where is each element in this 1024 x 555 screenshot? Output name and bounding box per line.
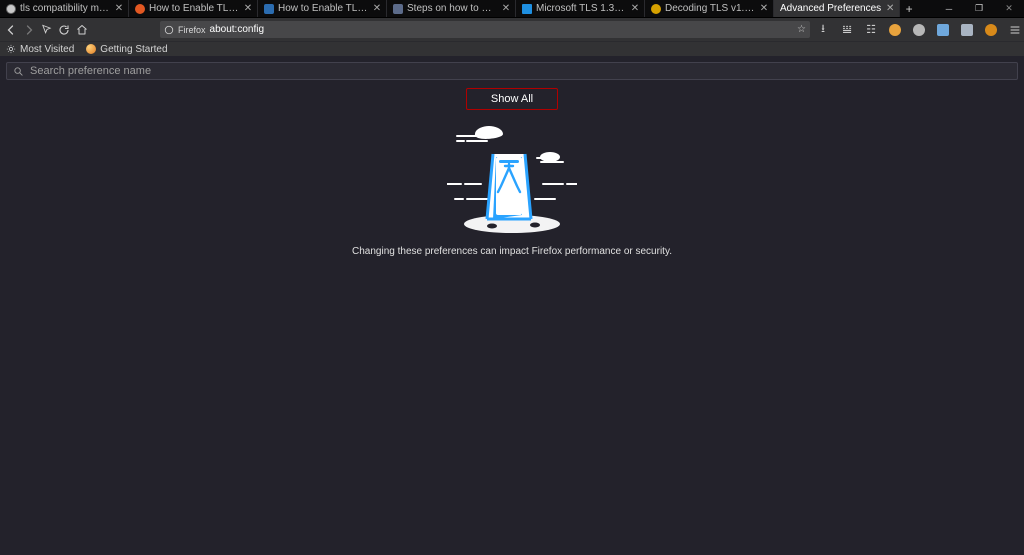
firefox-logo-icon [164, 25, 174, 35]
tab-label: How to Enable TLS 1.3 in Wi [278, 3, 368, 14]
aboutconfig-content: Show All Changing these preferences can … [0, 56, 1024, 555]
downloads-button[interactable]: ⭳ [816, 23, 830, 37]
nav-toolbar: Firefox about:config ☆ ⭳ 𝍎 ☷ [0, 18, 1024, 41]
maximize-button[interactable]: ❐ [964, 0, 994, 18]
firefox-icon [86, 44, 96, 54]
bookmark-most-visited[interactable]: Most Visited [6, 44, 74, 55]
tab-2[interactable]: How to Enable TLS 1.3 in Wi ✕ [258, 0, 387, 17]
tab-1[interactable]: How to Enable TLS 1.3 in Chr ✕ [129, 0, 258, 17]
library-icon: 𝍎 [842, 23, 852, 36]
tab-favicon [522, 4, 532, 14]
window-controls: ─ ❐ ✕ [934, 0, 1024, 18]
url-context: Firefox [178, 25, 206, 35]
toolbar-right: ⭳ 𝍎 ☷ [816, 23, 1022, 37]
url-text: about:config [210, 24, 794, 35]
search-icon [13, 66, 24, 77]
app-menu-button[interactable] [1008, 23, 1022, 37]
cursor-icon [41, 24, 52, 35]
library-button[interactable]: 𝍎 [840, 23, 854, 37]
amber-dot-icon [889, 24, 901, 36]
tab-favicon [393, 4, 403, 14]
sidebar-button-1[interactable] [936, 23, 950, 37]
tab-6-active[interactable]: Advanced Preferences ✕ [774, 0, 900, 17]
sidebar-button-2[interactable] [960, 23, 974, 37]
caution-illustration [447, 124, 577, 234]
account-button[interactable] [912, 23, 926, 37]
close-tab-icon[interactable]: ✕ [630, 4, 640, 14]
tab-favicon [651, 4, 661, 14]
notification-dot[interactable] [888, 23, 902, 37]
show-all-button[interactable]: Show All [466, 88, 558, 110]
tab-label: tls compatibility matrix - Goo [20, 3, 110, 14]
new-tab-button[interactable]: + [900, 2, 918, 16]
tab-favicon [6, 4, 16, 14]
profile-button[interactable] [984, 23, 998, 37]
ext-icon-2 [961, 24, 973, 36]
home-icon [76, 24, 88, 36]
reload-button[interactable] [58, 22, 70, 38]
bookmark-getting-started[interactable]: Getting Started [86, 44, 167, 55]
tab-3[interactable]: Steps on how to enable TLS 1 ✕ [387, 0, 516, 17]
warning-text: Changing these preferences can impact Fi… [352, 246, 672, 257]
close-tab-icon[interactable]: ✕ [885, 4, 895, 14]
cursor-button[interactable] [41, 22, 52, 38]
profile-avatar-icon [985, 24, 997, 36]
close-tab-icon[interactable]: ✕ [501, 4, 511, 14]
addons-button[interactable]: ☷ [864, 23, 878, 37]
tab-label: Microsoft TLS 1.3 Support Re [536, 3, 626, 14]
url-bar[interactable]: Firefox about:config ☆ [160, 21, 810, 38]
tab-label: Advanced Preferences [780, 3, 881, 14]
bookmark-label: Getting Started [100, 44, 167, 55]
tab-label: Decoding TLS v1.2 protocol H [665, 3, 755, 14]
download-icon: ⭳ [821, 20, 825, 39]
arrow-right-icon [23, 24, 35, 36]
tab-label: How to Enable TLS 1.3 in Chr [149, 3, 239, 14]
tab-0[interactable]: tls compatibility matrix - Goo ✕ [0, 0, 129, 17]
tab-label: Steps on how to enable TLS 1 [407, 3, 497, 14]
bookmarks-bar: Most Visited Getting Started [0, 41, 1024, 56]
gear-icon [6, 44, 16, 54]
account-icon [913, 24, 925, 36]
close-tab-icon[interactable]: ✕ [372, 4, 382, 14]
home-button[interactable] [76, 22, 88, 38]
center-column: Show All Changing these preferences can … [6, 88, 1018, 257]
pref-search-input[interactable] [30, 65, 1011, 77]
forward-button [23, 22, 35, 38]
ext-icon-1 [937, 24, 949, 36]
hamburger-icon [1009, 24, 1021, 36]
back-button[interactable] [5, 22, 17, 38]
tab-favicon [264, 4, 274, 14]
arrow-left-icon [5, 24, 17, 36]
bookmark-star-icon[interactable]: ☆ [797, 24, 806, 35]
reload-icon [58, 24, 70, 36]
tab-5[interactable]: Decoding TLS v1.2 protocol H ✕ [645, 0, 774, 17]
close-window-button[interactable]: ✕ [994, 0, 1024, 18]
minimize-button[interactable]: ─ [934, 0, 964, 18]
addons-icon: ☷ [866, 23, 876, 36]
tab-4[interactable]: Microsoft TLS 1.3 Support Re ✕ [516, 0, 645, 17]
close-tab-icon[interactable]: ✕ [243, 4, 253, 14]
tab-favicon [135, 4, 145, 14]
close-tab-icon[interactable]: ✕ [759, 4, 769, 14]
close-tab-icon[interactable]: ✕ [114, 4, 124, 14]
bookmark-label: Most Visited [20, 44, 74, 55]
tab-strip: tls compatibility matrix - Goo ✕ How to … [0, 0, 1024, 18]
pref-search-wrap[interactable] [6, 62, 1018, 80]
